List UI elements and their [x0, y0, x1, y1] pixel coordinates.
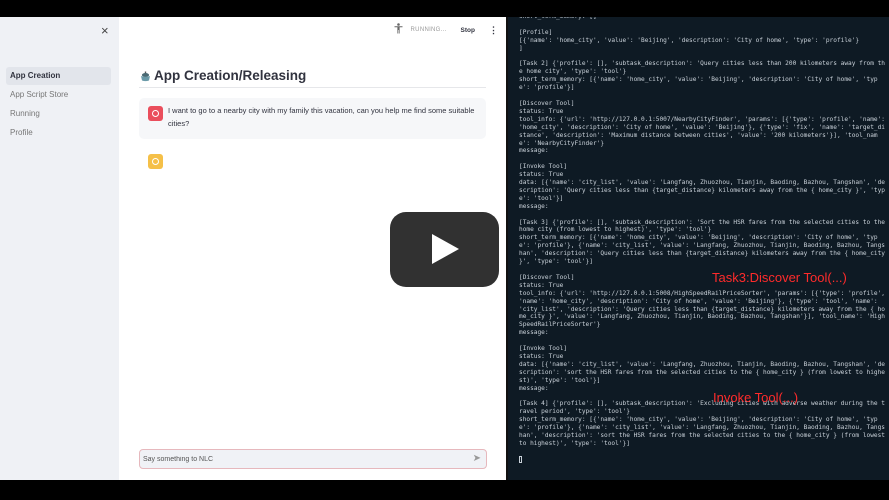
app-header-status: RUNNING... Stop ⋮ [394, 23, 498, 37]
close-sidebar-button[interactable]: × [101, 23, 109, 38]
terminal-line: [Invoke Tool] [519, 345, 568, 353]
terminal-line: message: [519, 329, 549, 337]
video-play-button[interactable] [390, 212, 499, 287]
terminal-line: ] [519, 44, 523, 52]
assistant-avatar-icon [148, 154, 163, 169]
title-divider [139, 87, 486, 88]
top-letterbox [0, 0, 889, 17]
page-title-text: App Creation/Releasing [154, 68, 307, 83]
terminal-line: status: True [519, 107, 564, 115]
chat-input[interactable] [143, 450, 463, 468]
terminal-line: [Discover Tool] [519, 273, 575, 281]
send-icon[interactable]: ➤ [473, 453, 481, 465]
annotation-discover-tool: Task3:Discover Tool(...) [712, 270, 847, 285]
chat-message-text: I want to go to a nearby city with my fa… [168, 106, 475, 128]
terminal-line: [Profile] [519, 28, 553, 36]
sidebar: × App Creation App Script Store Running … [0, 17, 119, 480]
page-title: App Creation/Releasing [140, 68, 306, 83]
sidebar-item-profile[interactable]: Profile [6, 124, 111, 142]
terminal-line: status: True [519, 281, 564, 289]
terminal-line: [Invoke Tool] [519, 163, 568, 171]
sidebar-item-running[interactable]: Running [6, 105, 111, 123]
terminal-line: short_term_memory: [{'name': 'home_city'… [519, 76, 878, 92]
terminal-line: data: [{'name': 'city_list', 'value': 'L… [519, 179, 886, 202]
terminal-line: message: [519, 202, 549, 210]
user-avatar-icon [148, 106, 163, 121]
chat-message-user: I want to go to a nearby city with my fa… [139, 98, 486, 139]
terminal-line: tool_info: {'url': 'http://127.0.0.1:500… [519, 289, 886, 329]
terminal-line: [{'name': 'home_city', 'value': 'Beijing… [519, 36, 860, 44]
terminal-line: tool_info: {'url': 'http://127.0.0.1:500… [519, 115, 886, 147]
terminal-line: short_term_memory: [{'name': 'home_city'… [519, 416, 886, 447]
terminal-panel: short_term_memory: [] [Profile] [{'name'… [506, 17, 889, 480]
terminal-line: message: [519, 147, 549, 155]
sidebar-nav: App Creation App Script Store Running Pr… [6, 67, 111, 143]
running-status-text: RUNNING... [410, 27, 447, 33]
main-menu-button[interactable]: ⋮ [489, 25, 498, 36]
running-person-icon [394, 23, 403, 37]
terminal-line: [Task 2] {'profile': [], 'subtask_descri… [519, 60, 886, 76]
terminal-line: [Discover Tool] [519, 99, 575, 107]
terminal-line: data: [{'name': 'city_list', 'value': 'L… [519, 360, 886, 384]
sidebar-item-app-script-store[interactable]: App Script Store [6, 86, 111, 104]
terminal-line: short_term_memory: [{'name': 'home_city'… [519, 234, 886, 266]
terminal-line: status: True [519, 171, 564, 179]
annotation-invoke-tool: Invoke Tool(...) [713, 390, 799, 405]
play-icon [432, 234, 459, 264]
bottom-letterbox [0, 480, 889, 500]
terminal-line: message: [519, 384, 549, 392]
terminal-output: short_term_memory: [] [Profile] [{'name'… [519, 17, 887, 466]
chat-input-box[interactable]: ➤ [139, 449, 487, 469]
terminal-line: status: True [519, 352, 564, 360]
terminal-line: [Task 3] {'profile': [], 'subtask_descri… [519, 218, 886, 234]
terminal-line: short_term_memory: [] [519, 17, 597, 20]
stop-button[interactable]: Stop [461, 27, 475, 34]
robot-bowl-icon [140, 70, 151, 82]
sidebar-item-app-creation[interactable]: App Creation [6, 67, 111, 85]
terminal-line: [Task 4] {'profile': [], 'subtask_descri… [519, 400, 886, 416]
terminal-cursor [519, 455, 522, 463]
